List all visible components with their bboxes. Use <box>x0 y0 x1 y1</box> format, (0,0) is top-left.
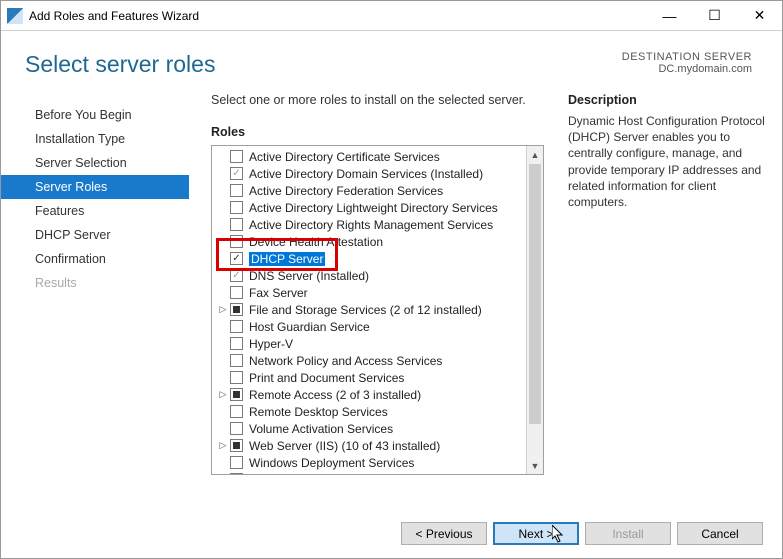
role-label: Volume Activation Services <box>249 422 393 436</box>
destination-value: DC.mydomain.com <box>622 63 752 75</box>
previous-button[interactable]: < Previous <box>401 522 487 545</box>
app-icon <box>7 8 23 24</box>
role-row[interactable]: DHCP Server <box>212 250 543 267</box>
role-row[interactable]: ▷ Web Server (IIS) (10 of 43 installed) <box>212 437 543 454</box>
role-label: Web Server (IIS) (10 of 43 installed) <box>249 439 440 453</box>
role-checkbox[interactable] <box>230 439 243 452</box>
page-title: Select server roles <box>25 51 215 78</box>
nav-step-confirmation[interactable]: Confirmation <box>1 247 189 271</box>
description-text: Dynamic Host Configuration Protocol (DHC… <box>568 113 766 210</box>
nav-step-results: Results <box>1 271 189 295</box>
role-row[interactable]: Print and Document Services <box>212 369 543 386</box>
role-label: Active Directory Certificate Services <box>249 150 440 164</box>
role-row[interactable]: Active Directory Domain Services (Instal… <box>212 165 543 182</box>
role-checkbox[interactable] <box>230 473 243 474</box>
role-row[interactable]: DNS Server (Installed) <box>212 267 543 284</box>
window-title: Add Roles and Features Wizard <box>29 9 647 23</box>
role-checkbox[interactable] <box>230 354 243 367</box>
role-checkbox[interactable] <box>230 269 243 282</box>
expander-icon[interactable]: ▷ <box>218 389 228 400</box>
role-label: Network Policy and Access Services <box>249 354 442 368</box>
instruction-text: Select one or more roles to install on t… <box>211 93 544 107</box>
role-label: Active Directory Rights Management Servi… <box>249 218 493 232</box>
role-checkbox[interactable] <box>230 320 243 333</box>
role-row[interactable]: ▷ File and Storage Services (2 of 12 inst… <box>212 301 543 318</box>
role-checkbox[interactable] <box>230 201 243 214</box>
role-checkbox[interactable] <box>230 388 243 401</box>
wizard-nav: Before You BeginInstallation TypeServer … <box>1 93 189 475</box>
role-row[interactable]: Host Guardian Service <box>212 318 543 335</box>
roles-heading: Roles <box>211 125 544 139</box>
role-row[interactable]: Device Health Attestation <box>212 233 543 250</box>
role-label: DNS Server (Installed) <box>249 269 369 283</box>
role-checkbox[interactable] <box>230 150 243 163</box>
header: Select server roles DESTINATION SERVER D… <box>1 31 782 83</box>
destination-block: DESTINATION SERVER DC.mydomain.com <box>622 51 752 75</box>
role-label: Active Directory Federation Services <box>249 184 443 198</box>
role-checkbox[interactable] <box>230 303 243 316</box>
role-row[interactable]: Active Directory Lightweight Directory S… <box>212 199 543 216</box>
role-checkbox[interactable] <box>230 456 243 469</box>
role-label: Remote Desktop Services <box>249 405 388 419</box>
role-checkbox[interactable] <box>230 337 243 350</box>
role-checkbox[interactable] <box>230 422 243 435</box>
expander-icon[interactable]: ▷ <box>218 440 228 451</box>
role-label: Host Guardian Service <box>249 320 370 334</box>
role-label: Windows Deployment Services <box>249 456 414 470</box>
role-checkbox[interactable] <box>230 252 243 265</box>
next-button[interactable]: Next > <box>493 522 579 545</box>
role-label: File and Storage Services (2 of 12 insta… <box>249 303 482 317</box>
scroll-down-icon[interactable]: ▼ <box>527 457 543 474</box>
roles-listbox[interactable]: Active Directory Certificate Services Act… <box>211 145 544 475</box>
role-row[interactable]: Active Directory Rights Management Servi… <box>212 216 543 233</box>
expander-icon[interactable]: ▷ <box>218 304 228 315</box>
role-label: Remote Access (2 of 3 installed) <box>249 388 421 402</box>
footer-buttons: < Previous Next > Install Cancel <box>401 522 763 545</box>
cancel-button[interactable]: Cancel <box>677 522 763 545</box>
role-row[interactable]: Active Directory Certificate Services <box>212 148 543 165</box>
nav-step-server-roles[interactable]: Server Roles <box>1 175 189 199</box>
role-label: Active Directory Lightweight Directory S… <box>249 201 498 215</box>
role-checkbox[interactable] <box>230 184 243 197</box>
close-button[interactable]: ✕ <box>737 1 782 31</box>
role-checkbox[interactable] <box>230 167 243 180</box>
role-row[interactable]: Windows Server Update Services <box>212 471 543 474</box>
scroll-thumb[interactable] <box>529 164 541 424</box>
role-label: Windows Server Update Services <box>249 473 428 475</box>
description-heading: Description <box>568 93 766 107</box>
title-bar: Add Roles and Features Wizard ― ☐ ✕ <box>1 1 782 31</box>
role-label: DHCP Server <box>249 252 325 266</box>
minimize-button[interactable]: ― <box>647 1 692 31</box>
role-row[interactable]: Active Directory Federation Services <box>212 182 543 199</box>
role-row[interactable]: Hyper-V <box>212 335 543 352</box>
role-row[interactable]: Fax Server <box>212 284 543 301</box>
nav-step-server-selection[interactable]: Server Selection <box>1 151 189 175</box>
nav-step-before-you-begin[interactable]: Before You Begin <box>1 103 189 127</box>
role-row[interactable]: Volume Activation Services <box>212 420 543 437</box>
role-row[interactable]: ▷ Remote Access (2 of 3 installed) <box>212 386 543 403</box>
role-row[interactable]: Windows Deployment Services <box>212 454 543 471</box>
scrollbar-vertical[interactable]: ▲ ▼ <box>526 146 543 474</box>
role-row[interactable]: Remote Desktop Services <box>212 403 543 420</box>
role-label: Fax Server <box>249 286 308 300</box>
role-checkbox[interactable] <box>230 371 243 384</box>
role-checkbox[interactable] <box>230 405 243 418</box>
role-label: Hyper-V <box>249 337 293 351</box>
destination-label: DESTINATION SERVER <box>622 51 752 63</box>
role-checkbox[interactable] <box>230 235 243 248</box>
role-checkbox[interactable] <box>230 286 243 299</box>
role-row[interactable]: Network Policy and Access Services <box>212 352 543 369</box>
maximize-button[interactable]: ☐ <box>692 1 737 31</box>
role-label: Device Health Attestation <box>249 235 383 249</box>
nav-step-dhcp-server[interactable]: DHCP Server <box>1 223 189 247</box>
role-checkbox[interactable] <box>230 218 243 231</box>
role-label: Print and Document Services <box>249 371 404 385</box>
install-button[interactable]: Install <box>585 522 671 545</box>
nav-step-installation-type[interactable]: Installation Type <box>1 127 189 151</box>
role-label: Active Directory Domain Services (Instal… <box>249 167 483 181</box>
scroll-up-icon[interactable]: ▲ <box>527 146 543 163</box>
nav-step-features[interactable]: Features <box>1 199 189 223</box>
